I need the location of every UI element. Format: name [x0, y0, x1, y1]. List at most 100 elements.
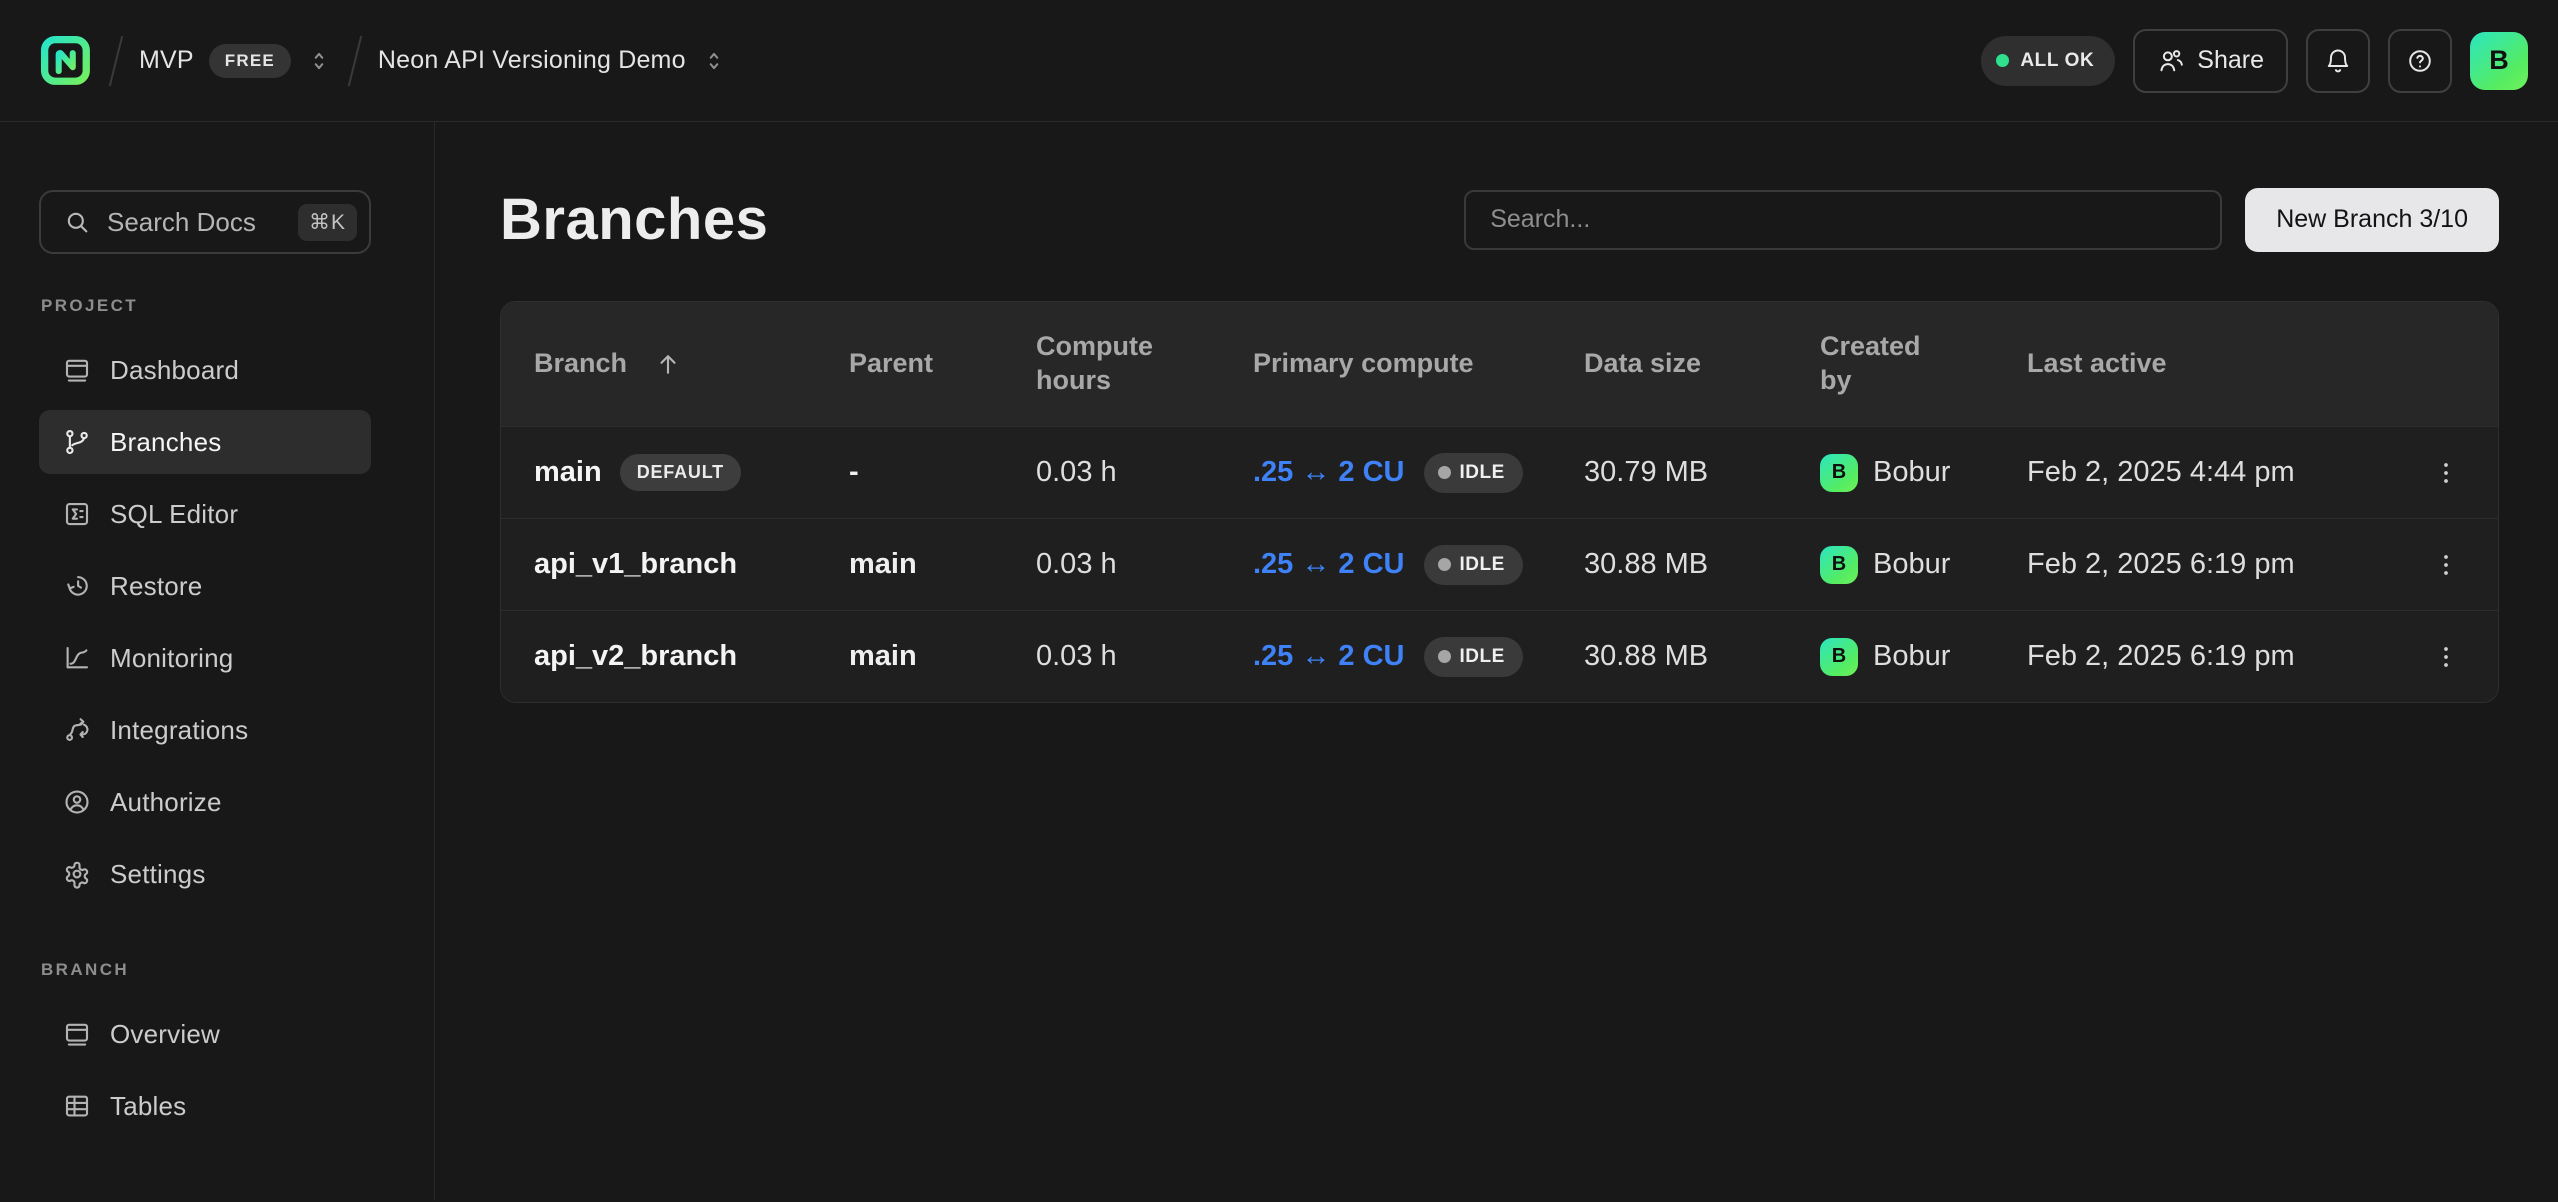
data-size-cell: 30.88 MB [1584, 548, 1820, 581]
users-icon [2157, 47, 2185, 75]
sidebar-item-label: Integrations [110, 715, 248, 746]
org-breadcrumb[interactable]: MVP FREE [139, 44, 332, 78]
column-header-last-active[interactable]: Last active [2027, 347, 2401, 381]
sort-ascending-icon[interactable] [653, 349, 683, 379]
column-header-data-size[interactable]: Data size [1584, 347, 1820, 381]
tables-icon [62, 1091, 92, 1121]
kebab-icon [2431, 458, 2461, 488]
column-label: Branch [534, 347, 627, 381]
column-header-created-by[interactable]: Created by [1820, 330, 2027, 398]
neon-logo-icon[interactable] [39, 34, 93, 88]
last-active-cell: Feb 2, 2025 4:44 pm [2027, 456, 2401, 489]
project-name: Neon API Versioning Demo [378, 46, 686, 75]
sidebar-item-dashboard[interactable]: Dashboard [39, 338, 371, 402]
new-branch-button[interactable]: New Branch 3/10 [2245, 188, 2499, 252]
table-header-row: Branch ParentCompute hoursPrimary compute… [501, 302, 2498, 426]
row-actions-button[interactable] [2418, 629, 2474, 685]
idle-dot-icon [1438, 466, 1451, 479]
last-active-cell: Feb 2, 2025 6:19 pm [2027, 640, 2401, 673]
idle-dot-icon [1438, 558, 1451, 571]
docs-search[interactable]: Search Docs ⌘K [39, 190, 371, 254]
sidebar-item-label: Overview [110, 1019, 220, 1050]
table-row-main[interactable]: main DEFAULT -0.03 h .25 ↔ 2 CU IDLE 30.… [501, 426, 2498, 518]
compute-state-badge: IDLE [1424, 637, 1523, 677]
topbar: MVP FREE Neon API Versioning Demo ALL OK… [0, 0, 2558, 122]
parent-cell: - [849, 456, 1036, 489]
row-actions-button[interactable] [2418, 445, 2474, 501]
sidebar-item-overview[interactable]: Overview [39, 1002, 371, 1066]
sidebar-item-label: Authorize [110, 787, 222, 818]
primary-compute-cell: .25 ↔ 2 CU IDLE [1253, 453, 1584, 493]
help-button[interactable] [2388, 29, 2452, 93]
overview-icon [62, 1019, 92, 1049]
status-badge[interactable]: ALL OK [1981, 36, 2115, 86]
plan-badge: FREE [209, 44, 291, 78]
compute-size-link[interactable]: .25 ↔ 2 CU [1253, 640, 1405, 673]
column-label: Data size [1584, 347, 1701, 381]
authorize-icon [62, 787, 92, 817]
compute-state-label: IDLE [1460, 554, 1505, 576]
row-actions-button[interactable] [2418, 537, 2474, 593]
help-icon [2406, 47, 2434, 75]
table-row-api-v1-branch[interactable]: api_v1_branch main0.03 h .25 ↔ 2 CU IDLE… [501, 518, 2498, 610]
branch-search-input[interactable] [1464, 190, 2222, 250]
column-label: Created by [1820, 330, 1950, 398]
restore-icon [62, 571, 92, 601]
dashboard-icon [62, 355, 92, 385]
compute-hours-cell: 0.03 h [1036, 456, 1253, 489]
share-label: Share [2197, 46, 2264, 75]
breadcrumb-divider [109, 35, 124, 86]
sidebar-item-label: Branches [110, 427, 221, 458]
project-breadcrumb[interactable]: Neon API Versioning Demo [378, 46, 727, 75]
keyboard-shortcut-badge: ⌘K [298, 204, 357, 241]
chevrons-up-down-icon[interactable] [306, 48, 332, 74]
parent-cell: main [849, 640, 1036, 673]
sidebar-item-branches[interactable]: Branches [39, 410, 371, 474]
sidebar-item-authorize[interactable]: Authorize [39, 770, 371, 834]
status-ok-dot [1996, 54, 2009, 67]
idle-dot-icon [1438, 650, 1451, 663]
column-header-parent[interactable]: Parent [849, 347, 1036, 381]
compute-state-label: IDLE [1460, 646, 1505, 668]
creator-name: Bobur [1873, 456, 1950, 489]
created-by-cell: B Bobur [1820, 454, 2027, 492]
column-header-compute-hours[interactable]: Compute hours [1036, 330, 1253, 398]
sidebar-item-label: SQL Editor [110, 499, 238, 530]
kebab-icon [2431, 642, 2461, 672]
compute-state-badge: IDLE [1424, 453, 1523, 493]
table-row-api-v2-branch[interactable]: api_v2_branch main0.03 h .25 ↔ 2 CU IDLE… [501, 610, 2498, 702]
sidebar-item-integrations[interactable]: Integrations [39, 698, 371, 762]
column-header-primary-compute[interactable]: Primary compute [1253, 347, 1584, 381]
sidebar-item-label: Dashboard [110, 355, 239, 386]
sql-editor-icon [62, 499, 92, 529]
branch-cell: api_v2_branch [534, 640, 849, 673]
compute-size-link[interactable]: .25 ↔ 2 CU [1253, 548, 1405, 581]
branches-table: Branch ParentCompute hoursPrimary compute… [500, 301, 2499, 703]
notifications-button[interactable] [2306, 29, 2370, 93]
created-by-cell: B Bobur [1820, 546, 2027, 584]
sidebar-item-monitoring[interactable]: Monitoring [39, 626, 371, 690]
chevrons-up-down-icon[interactable] [701, 48, 727, 74]
page-title: Branches [500, 186, 768, 253]
compute-hours-cell: 0.03 h [1036, 548, 1253, 581]
sidebar-item-sql-editor[interactable]: SQL Editor [39, 482, 371, 546]
branch-cell: api_v1_branch [534, 548, 849, 581]
primary-compute-cell: .25 ↔ 2 CU IDLE [1253, 545, 1584, 585]
docs-search-placeholder: Search Docs [107, 207, 298, 238]
branches-icon [62, 427, 92, 457]
sidebar-item-restore[interactable]: Restore [39, 554, 371, 618]
user-avatar[interactable]: B [2470, 32, 2528, 90]
creator-avatar: B [1820, 638, 1858, 676]
status-label: ALL OK [2020, 50, 2094, 72]
sidebar: Search Docs ⌘K PROJECTDashboardBranchesS… [0, 122, 435, 1201]
sidebar-item-tables[interactable]: Tables [39, 1074, 371, 1138]
compute-size-link[interactable]: .25 ↔ 2 CU [1253, 456, 1405, 489]
branch-name: main [534, 456, 602, 489]
creator-avatar: B [1820, 454, 1858, 492]
compute-state-label: IDLE [1460, 462, 1505, 484]
share-button[interactable]: Share [2133, 29, 2288, 93]
column-header-branch[interactable]: Branch [534, 347, 849, 381]
sidebar-item-settings[interactable]: Settings [39, 842, 371, 906]
data-size-cell: 30.88 MB [1584, 640, 1820, 673]
parent-cell: main [849, 548, 1036, 581]
